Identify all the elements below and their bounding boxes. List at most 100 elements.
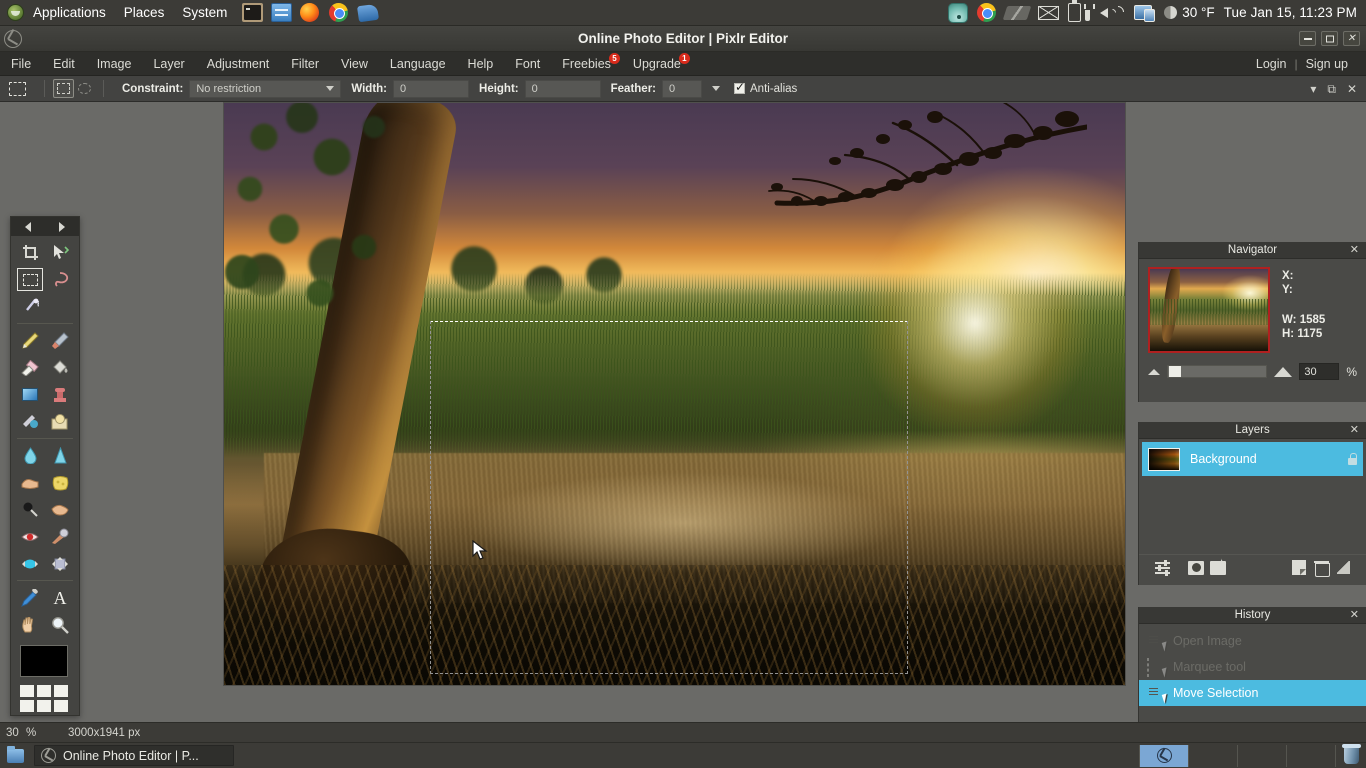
clock[interactable]: Tue Jan 15, 11:23 PM <box>1224 5 1357 20</box>
workspace-1[interactable] <box>1140 745 1189 767</box>
smudge-tool[interactable] <box>15 469 45 496</box>
history-row-move-selection[interactable]: Move Selection <box>1139 680 1366 706</box>
image-canvas[interactable] <box>224 103 1125 685</box>
navigator-close-icon[interactable]: ✕ <box>1350 244 1359 257</box>
feather-input[interactable]: 0 <box>662 80 702 98</box>
layer-settings-icon[interactable] <box>1151 558 1173 578</box>
display-icon[interactable] <box>1134 4 1155 22</box>
hand-tool[interactable] <box>15 611 45 638</box>
pencil-tool[interactable] <box>15 327 45 354</box>
drawing-tool[interactable] <box>45 408 75 435</box>
menu-freebies[interactable]: Freebies 5 <box>551 52 622 75</box>
constraint-select[interactable]: No restriction <box>189 80 341 98</box>
menu-places[interactable]: Places <box>115 0 174 25</box>
login-link[interactable]: Login <box>1248 57 1295 71</box>
blur-tool[interactable] <box>15 442 45 469</box>
wifi-icon[interactable] <box>948 3 968 23</box>
elliptical-marquee-mode-button[interactable] <box>74 79 95 98</box>
zoom-slider-handle[interactable] <box>1169 366 1181 377</box>
antialias-checkbox[interactable]: Anti-alias <box>734 83 797 95</box>
color-replace-tool[interactable] <box>15 408 45 435</box>
zoom-slider[interactable] <box>1167 365 1267 378</box>
pattern-swatch[interactable] <box>37 700 51 712</box>
lasso-tool[interactable] <box>45 266 75 293</box>
pattern-swatches[interactable] <box>20 685 68 712</box>
signup-link[interactable]: Sign up <box>1298 57 1356 71</box>
taskbar-window-button[interactable]: Online Photo Editor | P... <box>34 745 234 766</box>
options-close-icon[interactable]: ✕ <box>1347 83 1357 95</box>
paint-bucket-tool[interactable] <box>45 354 75 381</box>
sponge-tool[interactable] <box>45 469 75 496</box>
battery-group-icon[interactable] <box>1068 3 1091 22</box>
pattern-swatch[interactable] <box>20 685 34 697</box>
clone-stamp-tool[interactable] <box>45 381 75 408</box>
dodge-tool[interactable] <box>15 496 45 523</box>
menu-image[interactable]: Image <box>86 52 143 75</box>
next-tool-page-icon[interactable] <box>59 222 65 232</box>
gradient-tool[interactable] <box>15 381 45 408</box>
duplicate-layer-icon[interactable] <box>1288 558 1310 578</box>
navigator-thumbnail[interactable] <box>1148 267 1270 353</box>
workspace-4[interactable] <box>1287 745 1336 767</box>
red-eye-tool[interactable] <box>15 523 45 550</box>
resize-panel-icon[interactable] <box>1332 558 1354 578</box>
pattern-swatch[interactable] <box>54 685 68 697</box>
files-icon[interactable] <box>271 3 292 22</box>
history-row-marquee-tool[interactable]: Marquee tool <box>1139 654 1366 680</box>
layer-row-background[interactable]: Background <box>1142 442 1363 476</box>
pattern-swatch[interactable] <box>20 700 34 712</box>
options-dropdown-icon[interactable]: ▾ <box>1310 83 1316 95</box>
feather-chevron-down-icon[interactable] <box>712 86 720 91</box>
brush-tool[interactable] <box>45 327 75 354</box>
workspace-3[interactable] <box>1238 745 1287 767</box>
prev-tool-page-icon[interactable] <box>25 222 31 232</box>
burn-tool[interactable] <box>45 496 75 523</box>
spot-heal-tool[interactable] <box>45 523 75 550</box>
history-row-open-image[interactable]: Open Image <box>1139 628 1366 654</box>
type-tool[interactable]: A <box>45 584 75 611</box>
sharpen-tool[interactable] <box>45 442 75 469</box>
width-input[interactable]: 0 <box>393 80 469 98</box>
pattern-swatch[interactable] <box>54 700 68 712</box>
height-input[interactable]: 0 <box>525 80 601 98</box>
maximize-button[interactable] <box>1321 31 1338 46</box>
options-restore-icon[interactable]: ⧉ <box>1327 83 1336 95</box>
layer-mask-icon[interactable] <box>1185 558 1207 578</box>
zoom-tool[interactable] <box>45 611 75 638</box>
menu-layer[interactable]: Layer <box>142 52 195 75</box>
weather-indicator[interactable]: 30 °F <box>1164 5 1214 20</box>
chrome-tray-icon[interactable] <box>977 3 996 22</box>
marquee-tool[interactable] <box>15 266 45 293</box>
move-tool[interactable] <box>45 239 75 266</box>
menu-edit[interactable]: Edit <box>42 52 86 75</box>
pattern-swatch[interactable] <box>37 685 51 697</box>
zoom-out-icon[interactable] <box>1148 369 1160 375</box>
menu-system[interactable]: System <box>173 0 236 25</box>
history-close-icon[interactable]: ✕ <box>1350 609 1359 622</box>
wand-tool[interactable] <box>15 293 45 320</box>
firefox-icon[interactable] <box>300 3 321 22</box>
chrome-icon[interactable] <box>329 3 350 22</box>
menu-applications[interactable]: Applications <box>24 0 115 25</box>
show-desktop-icon[interactable] <box>3 745 27 767</box>
trash-icon[interactable] <box>1336 747 1366 764</box>
menu-view[interactable]: View <box>330 52 379 75</box>
menu-file[interactable]: File <box>0 52 42 75</box>
lock-icon[interactable] <box>1347 453 1357 465</box>
layer-styles-icon[interactable] <box>1207 558 1229 578</box>
zoom-value-input[interactable]: 30 <box>1299 363 1339 380</box>
zoom-in-icon[interactable] <box>1274 367 1292 377</box>
crop-tool[interactable] <box>15 239 45 266</box>
menu-language[interactable]: Language <box>379 52 457 75</box>
mail-client-icon[interactable] <box>358 3 379 22</box>
menu-help[interactable]: Help <box>457 52 505 75</box>
network-cable-icon[interactable] <box>1003 6 1032 20</box>
layers-close-icon[interactable]: ✕ <box>1350 424 1359 437</box>
delete-layer-icon[interactable] <box>1310 558 1332 578</box>
menu-upgrade[interactable]: Upgrade 1 <box>622 52 692 75</box>
menu-font[interactable]: Font <box>504 52 551 75</box>
menu-adjustment[interactable]: Adjustment <box>196 52 281 75</box>
workspace-2[interactable] <box>1189 745 1238 767</box>
foreground-color-swatch[interactable] <box>20 645 68 677</box>
minimize-button[interactable] <box>1299 31 1316 46</box>
